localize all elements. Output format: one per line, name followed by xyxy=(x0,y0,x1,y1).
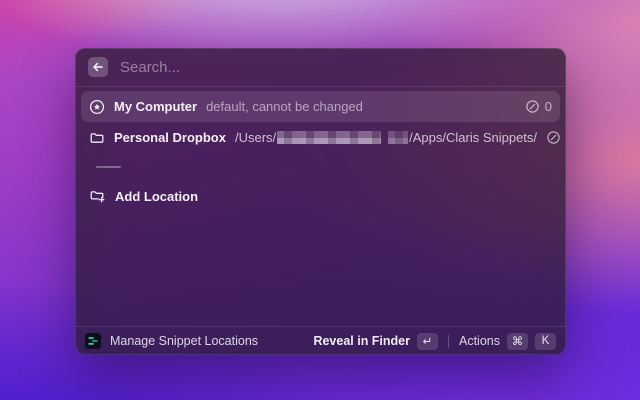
star-circle-icon xyxy=(89,99,105,115)
footer-title: Manage Snippet Locations xyxy=(110,334,259,348)
location-list: My Computer default, cannot be changed 0… xyxy=(75,87,566,326)
footer-divider xyxy=(448,334,449,348)
list-item-my-computer[interactable]: My Computer default, cannot be changed 0 xyxy=(81,91,560,122)
claris-snippets-app-icon xyxy=(85,333,101,349)
circle-slash-icon xyxy=(525,99,540,114)
redacted-path-block xyxy=(388,131,409,144)
path-prefix: /Users/ xyxy=(234,130,277,145)
section-divider xyxy=(96,166,121,168)
return-keycap: ↵ xyxy=(417,332,438,350)
snippet-count-group: 0 xyxy=(525,99,552,114)
snippet-count: 0 xyxy=(544,99,552,114)
footer-bar: Manage Snippet Locations Reveal in Finde… xyxy=(75,326,566,355)
folder-plus-icon xyxy=(89,188,106,205)
folder-icon xyxy=(89,130,105,146)
k-keycap: K xyxy=(535,332,556,350)
snippet-count-group: 2 xyxy=(546,130,566,145)
location-title: My Computer xyxy=(114,99,198,114)
add-location-item[interactable]: Add Location xyxy=(81,181,560,212)
add-location-label: Add Location xyxy=(115,189,199,204)
location-path: /Users/ /Apps/Claris Snippets/ xyxy=(235,130,537,145)
redacted-path-block xyxy=(277,131,382,144)
search-input[interactable] xyxy=(120,58,553,76)
location-title: Personal Dropbox xyxy=(114,130,226,145)
reveal-in-finder-button[interactable]: Reveal in Finder xyxy=(313,334,410,348)
circle-slash-icon xyxy=(546,130,561,145)
list-item-personal-dropbox[interactable]: Personal Dropbox /Users/ /Apps/Claris Sni… xyxy=(81,122,560,153)
search-bar xyxy=(75,48,566,87)
location-subtitle: default, cannot be changed xyxy=(206,99,363,114)
path-suffix: /Apps/Claris Snippets/ xyxy=(409,130,538,145)
command-keycap: ⌘ xyxy=(507,332,528,350)
snippet-locations-window: My Computer default, cannot be changed 0… xyxy=(75,48,566,355)
back-button[interactable] xyxy=(88,57,108,77)
actions-button[interactable]: Actions xyxy=(459,334,500,348)
footer-actions: Reveal in Finder ↵ Actions ⌘ K xyxy=(313,332,556,350)
arrow-left-icon xyxy=(92,61,104,73)
